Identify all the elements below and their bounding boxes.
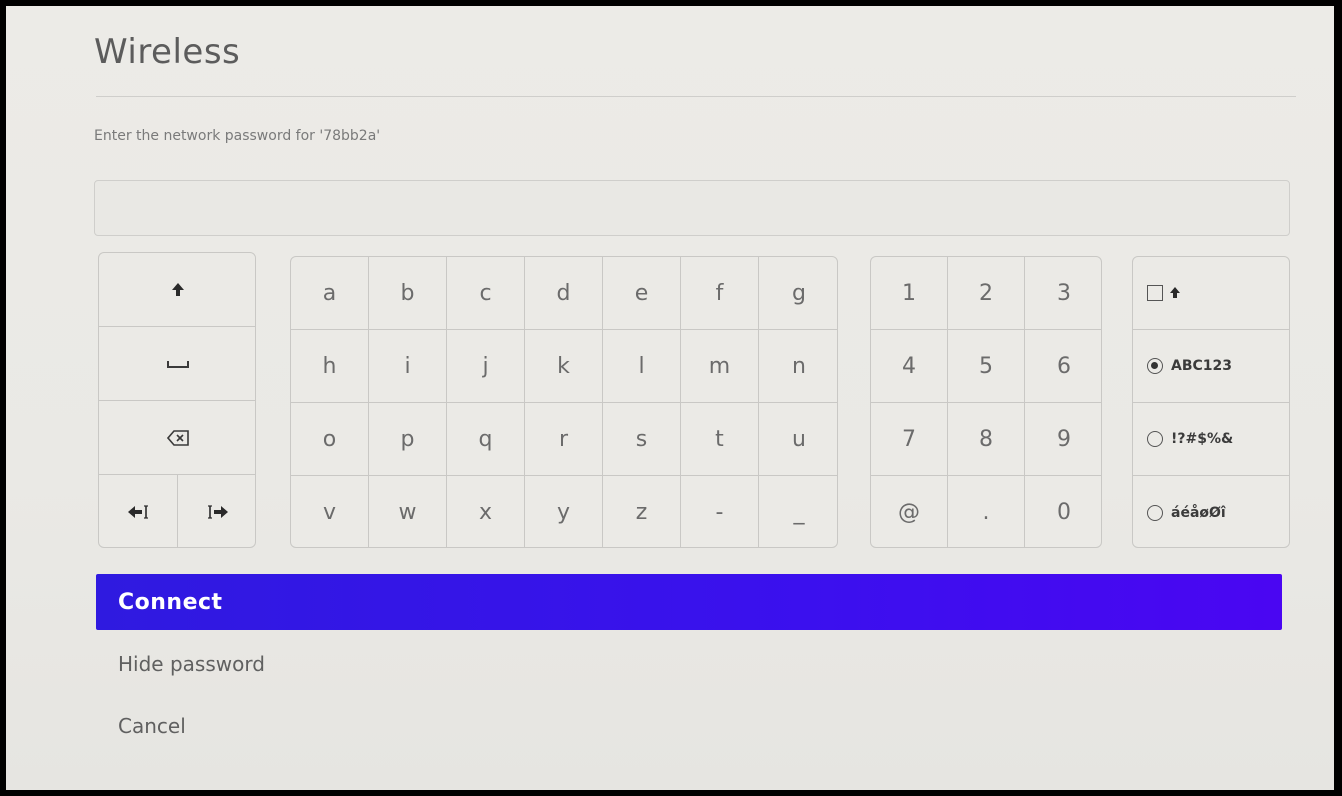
- wireless-password-screen: Wireless Enter the network password for …: [6, 6, 1334, 790]
- key-c[interactable]: c: [447, 257, 525, 330]
- key-0[interactable]: 0: [1025, 476, 1101, 547]
- key-j[interactable]: j: [447, 330, 525, 403]
- cancel-button[interactable]: Cancel: [118, 714, 186, 738]
- radio-selected-icon: [1147, 358, 1163, 374]
- key-q[interactable]: q: [447, 403, 525, 476]
- radio-unselected-icon: [1147, 431, 1163, 447]
- key-b[interactable]: b: [369, 257, 447, 330]
- key-k[interactable]: k: [525, 330, 603, 403]
- space-key[interactable]: [99, 327, 255, 401]
- arrow-up-icon: [171, 282, 184, 296]
- password-input[interactable]: [94, 180, 1290, 236]
- backspace-key[interactable]: [99, 401, 255, 475]
- key-5[interactable]: 5: [948, 330, 1025, 403]
- mode-keys-group: ABC123 !?#$%& áéåøØî: [1132, 256, 1290, 548]
- backspace-icon: [166, 429, 189, 446]
- key-4[interactable]: 4: [871, 330, 948, 403]
- connect-label: Connect: [118, 589, 223, 615]
- shift-key[interactable]: [99, 253, 255, 327]
- key-r[interactable]: r: [525, 403, 603, 476]
- key-8[interactable]: 8: [948, 403, 1025, 476]
- key-v[interactable]: v: [291, 476, 369, 547]
- key-hyphen[interactable]: -: [681, 476, 759, 547]
- mode-label: !?#$%&: [1171, 431, 1234, 447]
- key-t[interactable]: t: [681, 403, 759, 476]
- mode-label: ABC123: [1171, 358, 1233, 374]
- key-n[interactable]: n: [759, 330, 837, 403]
- key-w[interactable]: w: [369, 476, 447, 547]
- key-h[interactable]: h: [291, 330, 369, 403]
- key-z[interactable]: z: [603, 476, 681, 547]
- title-divider: [96, 96, 1296, 97]
- key-o[interactable]: o: [291, 403, 369, 476]
- cursor-left-key[interactable]: [99, 475, 178, 547]
- caps-lock-toggle[interactable]: [1133, 257, 1289, 330]
- key-x[interactable]: x: [447, 476, 525, 547]
- cursor-right-icon: [207, 505, 228, 519]
- key-3[interactable]: 3: [1025, 257, 1101, 330]
- key-6[interactable]: 6: [1025, 330, 1101, 403]
- space-bar-icon: [166, 360, 189, 368]
- key-l[interactable]: l: [603, 330, 681, 403]
- password-prompt: Enter the network password for '78bb2a': [94, 128, 381, 144]
- mode-label: áéåøØî: [1171, 504, 1226, 521]
- key-i[interactable]: i: [369, 330, 447, 403]
- key-a[interactable]: a: [291, 257, 369, 330]
- mode-symbols-option[interactable]: !?#$%&: [1133, 403, 1289, 476]
- cursor-left-icon: [128, 505, 148, 519]
- key-7[interactable]: 7: [871, 403, 948, 476]
- cursor-right-key[interactable]: [178, 475, 255, 547]
- key-1[interactable]: 1: [871, 257, 948, 330]
- key-d[interactable]: d: [525, 257, 603, 330]
- page-title: Wireless: [94, 32, 241, 72]
- mode-abc123-option[interactable]: ABC123: [1133, 330, 1289, 403]
- key-y[interactable]: y: [525, 476, 603, 547]
- key-at[interactable]: @: [871, 476, 948, 547]
- key-9[interactable]: 9: [1025, 403, 1101, 476]
- mode-accents-option[interactable]: áéåøØî: [1133, 476, 1289, 547]
- key-period[interactable]: .: [948, 476, 1025, 547]
- radio-unselected-icon: [1147, 504, 1163, 521]
- key-m[interactable]: m: [681, 330, 759, 403]
- key-underscore[interactable]: _: [759, 476, 837, 547]
- key-u[interactable]: u: [759, 403, 837, 476]
- key-f[interactable]: f: [681, 257, 759, 330]
- key-2[interactable]: 2: [948, 257, 1025, 330]
- key-s[interactable]: s: [603, 403, 681, 476]
- letter-keys-group: a b c d e f g h i j k l m n o p q r s t …: [290, 256, 838, 548]
- connect-button[interactable]: Connect: [96, 574, 1282, 630]
- number-keys-group: 1 2 3 4 5 6 7 8 9 @ . 0: [870, 256, 1102, 548]
- key-g[interactable]: g: [759, 257, 837, 330]
- key-e[interactable]: e: [603, 257, 681, 330]
- key-p[interactable]: p: [369, 403, 447, 476]
- arrow-up-icon: [1170, 287, 1180, 298]
- hide-password-button[interactable]: Hide password: [118, 652, 265, 676]
- checkbox-icon: [1147, 285, 1163, 301]
- control-keys-group: [98, 252, 256, 548]
